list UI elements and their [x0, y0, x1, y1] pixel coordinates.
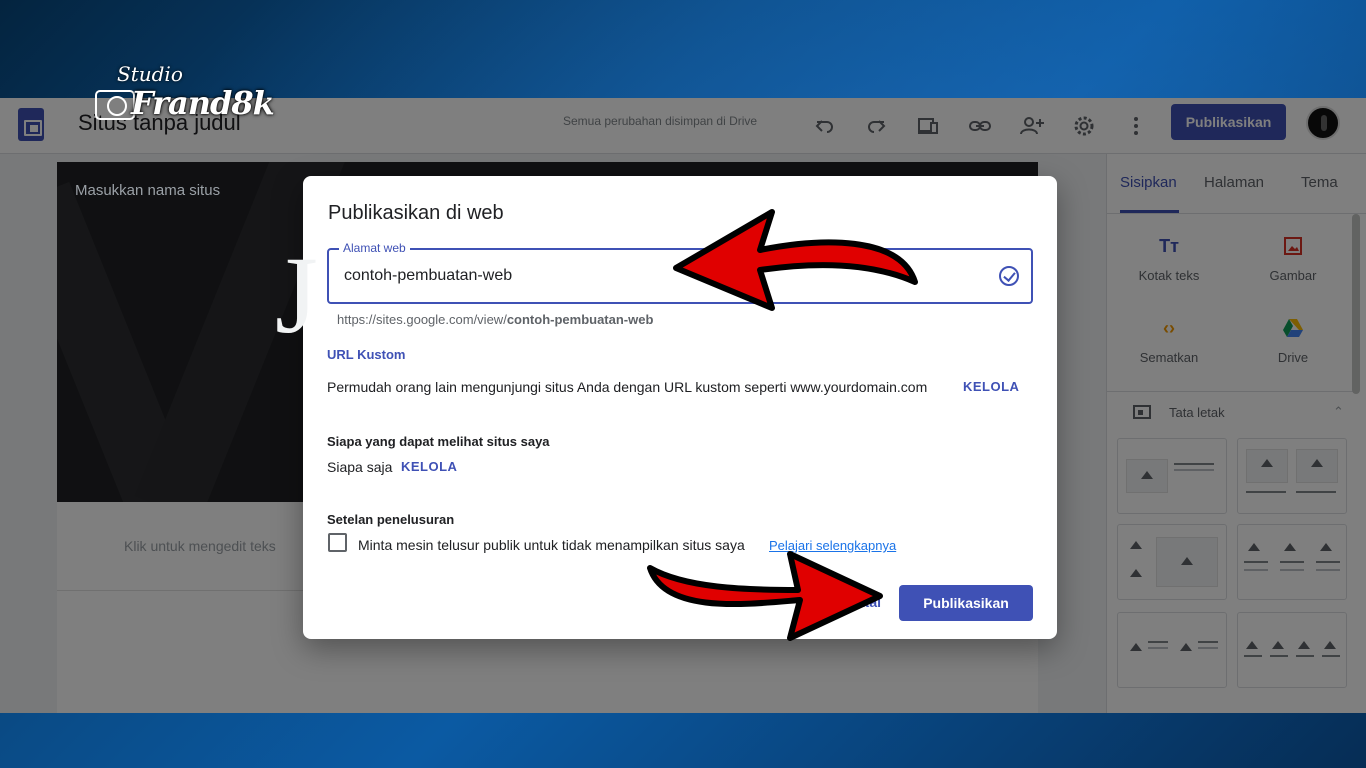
custom-url-description: Permudah orang lain mengunjungi situs An…: [327, 379, 928, 395]
web-address-label: Alamat web: [339, 241, 410, 255]
manage-custom-url-button[interactable]: KELOLA: [963, 379, 1019, 394]
studio-watermark: Studio Frand8k: [95, 62, 275, 132]
cancel-button[interactable]: Batal: [803, 584, 885, 620]
check-circle-icon: [999, 266, 1019, 286]
site-name-placeholder[interactable]: Masukkan nama situs: [75, 182, 220, 199]
google-sites-editor: Situs tanpa judul Semua perubahan disimp…: [0, 98, 1366, 713]
search-settings-title: Setelan penelusuran: [327, 512, 455, 527]
publish-button[interactable]: Publikasikan: [899, 585, 1033, 621]
url-preview: https://sites.google.com/view/contoh-pem…: [337, 312, 653, 327]
publish-dialog: Publikasikan di web Alamat web https://s…: [303, 176, 1057, 639]
visibility-value: Siapa saja: [327, 459, 393, 475]
web-address-input[interactable]: [344, 267, 944, 285]
camera-icon: [95, 90, 135, 120]
manage-visibility-button[interactable]: KELOLA: [401, 459, 457, 474]
url-slug: contoh-pembuatan-web: [506, 312, 654, 327]
visibility-title: Siapa yang dapat melihat situs saya: [327, 434, 550, 449]
custom-url-title: URL Kustom: [327, 347, 406, 362]
watermark-line1: Studio: [117, 62, 183, 86]
hide-from-search-checkbox[interactable]: [328, 533, 347, 552]
url-prefix: https://sites.google.com/view/: [337, 312, 507, 327]
learn-more-link[interactable]: Pelajari selengkapnya: [769, 538, 896, 553]
banner-title-letter: J: [275, 234, 318, 356]
dialog-title: Publikasikan di web: [328, 202, 504, 224]
web-address-field[interactable]: Alamat web: [327, 241, 1033, 304]
watermark-line2: Frand8k: [131, 84, 275, 122]
hide-from-search-label[interactable]: Minta mesin telusur publik untuk tidak m…: [358, 537, 745, 553]
